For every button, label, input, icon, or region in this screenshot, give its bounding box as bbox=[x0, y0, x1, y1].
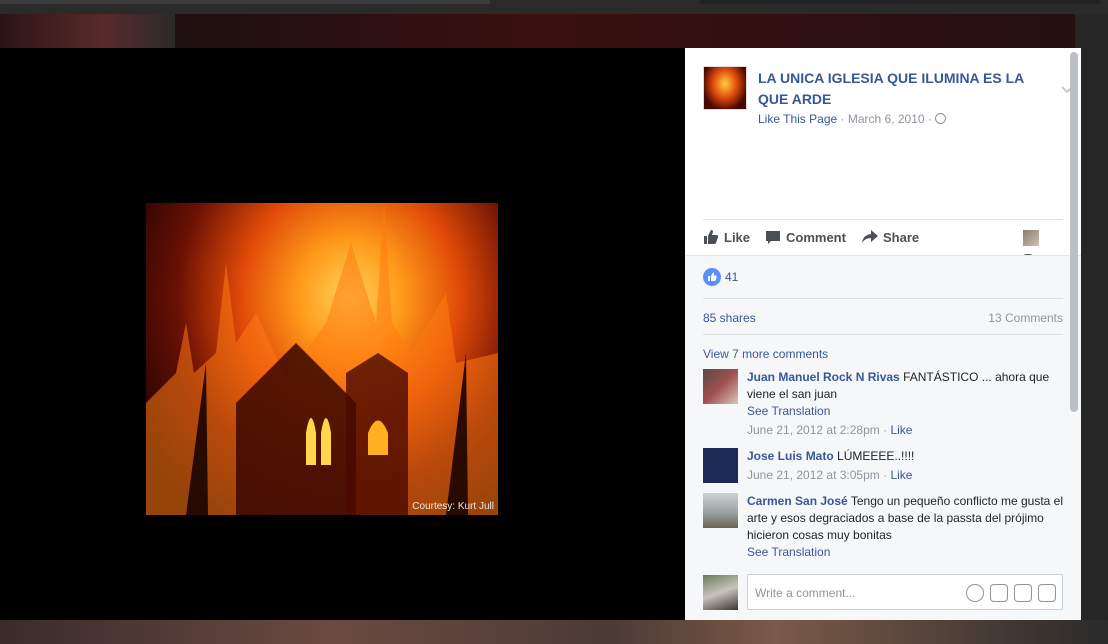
comment-timestamp[interactable]: June 21, 2012 at 3:05pm bbox=[747, 468, 880, 482]
comment-text: LÚMEEEE..!!!! bbox=[837, 449, 915, 463]
church-silhouette bbox=[146, 203, 498, 515]
commenter-avatar[interactable] bbox=[703, 369, 738, 404]
feedback-section: 41 85 shares 13 Comments View 7 more com… bbox=[685, 255, 1081, 620]
divider bbox=[703, 298, 1063, 299]
share-icon bbox=[862, 230, 878, 243]
page-avatar[interactable] bbox=[703, 66, 747, 110]
comment-like-link[interactable]: Like bbox=[890, 423, 912, 437]
viewer-avatar bbox=[1023, 230, 1039, 246]
photo-credit: Courtesy: Kurt Jull bbox=[412, 501, 494, 512]
shares-link[interactable]: 85 shares bbox=[703, 311, 756, 325]
viewer-avatar bbox=[703, 575, 738, 610]
see-translation-link[interactable]: See Translation bbox=[747, 544, 1063, 561]
globe-icon bbox=[935, 113, 947, 124]
comment-icon bbox=[766, 231, 780, 244]
comment-author-link[interactable]: Jose Luis Mato bbox=[747, 449, 834, 463]
see-translation-link[interactable]: See Translation bbox=[747, 403, 1063, 420]
post-as-selector[interactable] bbox=[1023, 230, 1051, 258]
post-sidebar: LA UNICA IGLESIA QUE ILUMINA ES LA QUE A… bbox=[685, 48, 1081, 620]
view-more-comments-link[interactable]: View 7 more comments bbox=[703, 347, 828, 361]
background-top-bar bbox=[0, 0, 1108, 14]
share-button[interactable]: Share bbox=[862, 229, 919, 245]
divider bbox=[703, 334, 1063, 335]
composer-icons bbox=[960, 584, 1056, 605]
meta-separator-2: · bbox=[924, 112, 936, 126]
photo-stage[interactable]: Courtesy: Kurt Jull bbox=[0, 48, 685, 620]
comment-button[interactable]: Comment bbox=[765, 229, 846, 245]
like-button[interactable]: Like bbox=[703, 229, 750, 245]
comment-placeholder: Write a comment... bbox=[755, 586, 856, 600]
comment-composer: Write a comment... bbox=[703, 574, 1063, 610]
emoji-icon[interactable] bbox=[966, 584, 984, 602]
background-blur bbox=[0, 14, 175, 50]
panel-scrollbar[interactable] bbox=[1070, 52, 1078, 412]
share-label: Share bbox=[883, 230, 920, 245]
page-name-link[interactable]: LA UNICA IGLESIA QUE ILUMINA ES LA QUE A… bbox=[758, 68, 1038, 110]
post-date[interactable]: March 6, 2010 bbox=[848, 112, 925, 126]
commenter-avatar[interactable] bbox=[703, 493, 738, 528]
camera-icon[interactable] bbox=[990, 584, 1008, 602]
comment-body: Carmen San José Tengo un pequeño conflic… bbox=[747, 493, 1063, 561]
comment-timestamp[interactable]: June 21, 2012 at 2:28pm bbox=[747, 423, 880, 437]
gif-icon[interactable] bbox=[1014, 584, 1032, 602]
comment-label: Comment bbox=[786, 230, 846, 245]
background-bottom-blur bbox=[0, 620, 1108, 644]
comment-author-link[interactable]: Juan Manuel Rock N Rivas bbox=[747, 370, 900, 384]
commenter-avatar[interactable] bbox=[703, 448, 738, 483]
like-page-link[interactable]: Like This Page bbox=[758, 112, 837, 126]
comment-meta: June 21, 2012 at 3:05pm · Like bbox=[747, 468, 913, 482]
reaction-count: 41 bbox=[725, 270, 739, 284]
reactions-summary[interactable]: 41 bbox=[703, 268, 738, 288]
comment-author-link[interactable]: Carmen San José bbox=[747, 494, 848, 508]
background-blur-mid bbox=[175, 14, 1075, 50]
post-meta: Like This Page · March 6, 2010 · bbox=[758, 112, 947, 126]
burning-church-photo: Courtesy: Kurt Jull bbox=[146, 203, 498, 515]
sticker-icon[interactable] bbox=[1038, 584, 1056, 602]
comment-body: Jose Luis Mato LÚMEEEE..!!!! June 21, 20… bbox=[747, 448, 1063, 484]
meta-separator: · bbox=[837, 112, 848, 126]
like-reaction-icon bbox=[703, 268, 721, 286]
photo-viewer: Courtesy: Kurt Jull LA UNICA IGLESIA QUE… bbox=[0, 0, 1108, 644]
post-action-bar: Like Comment Share bbox=[703, 219, 1063, 258]
like-label: Like bbox=[724, 230, 751, 245]
thumbs-up-icon bbox=[704, 230, 718, 244]
comment-input[interactable]: Write a comment... bbox=[747, 574, 1063, 610]
comment-meta: June 21, 2012 at 2:28pm · Like bbox=[747, 423, 913, 437]
comment-like-link[interactable]: Like bbox=[890, 468, 912, 482]
comment-body: Juan Manuel Rock N Rivas FANTÁSTICO ... … bbox=[747, 369, 1063, 439]
comments-count[interactable]: 13 Comments bbox=[988, 311, 1063, 325]
